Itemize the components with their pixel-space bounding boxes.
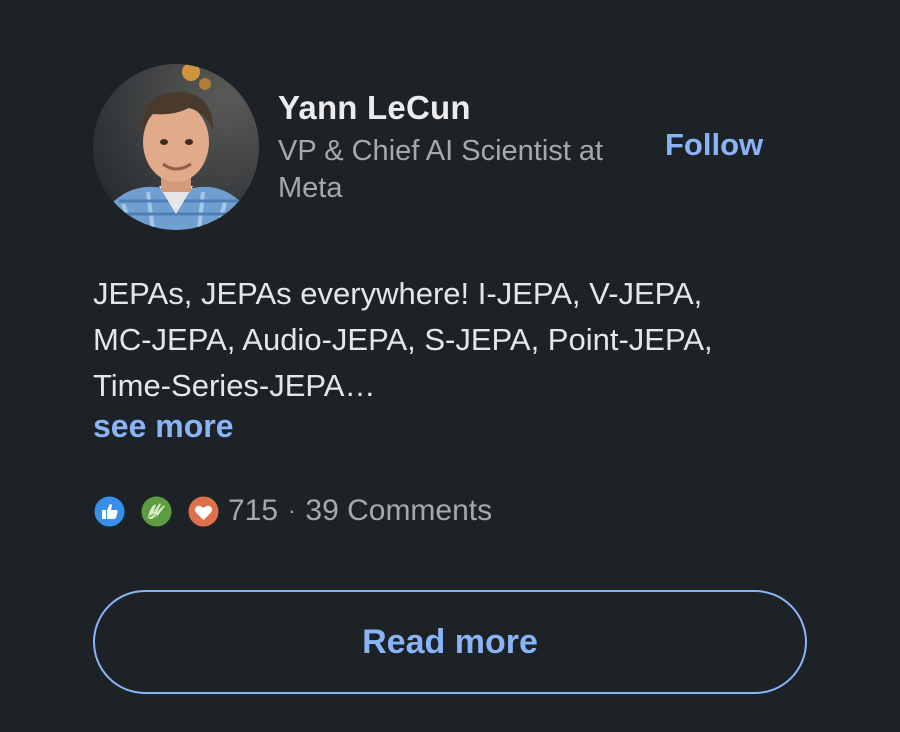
author-name[interactable]: Yann LeCun xyxy=(278,89,471,127)
see-more-link[interactable]: see more xyxy=(93,408,234,445)
author-photo xyxy=(93,64,259,230)
author-avatar[interactable] xyxy=(93,64,259,230)
social-counts[interactable]: 715 · 39 Comments xyxy=(93,492,492,530)
engagement-counts[interactable]: 715 · 39 Comments xyxy=(228,494,492,528)
separator-dot: · xyxy=(288,498,296,523)
reaction-count: 715 xyxy=(228,494,279,527)
celebrate-icon xyxy=(140,495,173,527)
post-card: Yann LeCun VP & Chief AI Scientist at Me… xyxy=(0,0,900,732)
read-more-button[interactable]: Read more xyxy=(93,590,807,694)
comment-count[interactable]: 39 Comments xyxy=(305,494,492,528)
follow-button[interactable]: Follow xyxy=(665,127,763,163)
author-headline: VP & Chief AI Scientist at Meta xyxy=(278,135,604,204)
love-icon xyxy=(187,495,220,527)
post-text: JEPAs, JEPAs everywhere! I-JEPA, V-JEPA,… xyxy=(93,276,713,403)
like-icon xyxy=(93,495,126,527)
